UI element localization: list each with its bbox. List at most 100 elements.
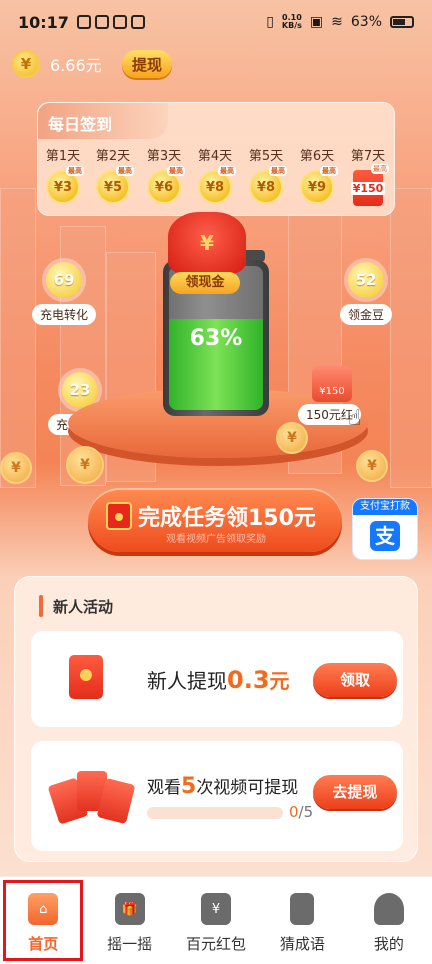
daily-checkin: 每日签到 第1天 ¥3 最高 第2天 ¥5 最高 第3天 ¥6 最高 第4天 ¥8 最高… bbox=[37, 102, 395, 216]
day-label: 第6天 bbox=[299, 149, 335, 164]
status-time: 10:17 bbox=[18, 12, 69, 32]
complete-task-button[interactable]: 完成任务领150元 观看视频广告领取奖励 bbox=[88, 488, 342, 552]
home-icon: ⌂ bbox=[28, 893, 59, 925]
bottom-nav: ⌂ 首页 🎁 摇一摇 ¥ 百元红包 猜成语 我的 bbox=[0, 876, 432, 964]
nav-item-shake[interactable]: 🎁 摇一摇 bbox=[86, 877, 172, 964]
coin-icon: ¥8 最高 bbox=[198, 166, 236, 204]
panel-title-text: 新人活动 bbox=[53, 597, 114, 616]
nav-label: 百元红包 bbox=[186, 935, 247, 953]
day-label: 第1天 bbox=[45, 149, 81, 164]
building-decoration bbox=[0, 188, 36, 488]
max-tag: 最高 bbox=[218, 166, 236, 176]
go-withdraw-button[interactable]: 去提现 bbox=[313, 775, 397, 809]
red-envelope-icon bbox=[106, 502, 132, 530]
day-label: 第2天 bbox=[95, 149, 131, 164]
card-prefix: 新人提现 bbox=[147, 669, 227, 693]
money-bag-icon[interactable]: ¥ bbox=[168, 212, 246, 274]
red-envelopes-icon bbox=[47, 767, 137, 825]
gold-beans-bubble[interactable]: 52 领金豆 bbox=[324, 262, 408, 325]
max-tag: 最高 bbox=[371, 164, 389, 174]
app-notification-icon bbox=[94, 15, 109, 29]
nav-label: 我的 bbox=[373, 935, 404, 953]
card-prefix: 观看 bbox=[147, 778, 181, 798]
alipay-payout-widget[interactable]: 支付宝打款 支 bbox=[352, 498, 418, 560]
checkin-day[interactable]: 第1天 ¥3 最高 bbox=[40, 145, 86, 204]
net-speed-unit: KB/s bbox=[281, 21, 302, 30]
nav-item-profile[interactable]: 我的 bbox=[346, 877, 432, 964]
coin-icon: ¥5 最高 bbox=[96, 166, 134, 204]
red-envelope-icon bbox=[69, 655, 103, 699]
max-tag: 最高 bbox=[167, 166, 185, 176]
nav-item-idioms[interactable]: 猜成语 bbox=[259, 877, 345, 964]
app-notification-icon bbox=[76, 15, 91, 29]
coin-icon: ¥8 最高 bbox=[249, 166, 287, 204]
day-value: ¥5 bbox=[103, 179, 123, 195]
red-envelope-icon[interactable]: ¥150 bbox=[312, 366, 352, 402]
newbie-withdraw-text: 新人提现0.3元 bbox=[147, 665, 290, 694]
battery-percent: 63% bbox=[350, 14, 382, 30]
video-progress-bar bbox=[147, 807, 283, 819]
progress-text: 0/5 bbox=[289, 803, 313, 821]
day-value: ¥150 bbox=[350, 181, 386, 195]
title-accent-bar bbox=[39, 595, 43, 617]
charge-convert-bubble[interactable]: 69 充电转化 bbox=[22, 262, 106, 325]
bubble-label: 充电转化 bbox=[31, 304, 96, 325]
balance: ¥ 6.66元 bbox=[12, 50, 102, 78]
checkin-day[interactable]: 第5天 ¥8 最高 bbox=[243, 145, 289, 204]
network-speed: 0.10 KB/s bbox=[282, 14, 302, 30]
alipay-icon: 支 bbox=[370, 521, 400, 551]
day-label: 第3天 bbox=[146, 149, 182, 164]
pointing-hand-icon: ☝ bbox=[348, 406, 362, 431]
gift-icon: 🎁 bbox=[114, 893, 145, 925]
day-value: ¥8 bbox=[256, 179, 276, 195]
red-envelope-icon: ¥150 最高 bbox=[350, 164, 389, 206]
max-tag: 最高 bbox=[116, 166, 134, 176]
watch-video-text: 观看5次视频可提现 bbox=[147, 773, 298, 799]
newbie-activity-panel: 新人活动 新人提现0.3元 领取 观看5次视频可提现 0/5 去提现 bbox=[14, 576, 418, 862]
yen-coin-icon: ¥ bbox=[12, 50, 40, 78]
card-unit: 元 bbox=[269, 669, 290, 693]
checkin-title: 每日签到 bbox=[38, 103, 168, 139]
checkin-day[interactable]: 第3天 ¥6 最高 bbox=[141, 145, 187, 204]
nav-label: 摇一摇 bbox=[107, 935, 153, 953]
card-suffix: 次视频可提现 bbox=[196, 778, 299, 798]
card-amount: 0.3 bbox=[227, 666, 270, 694]
day-label: 第7天 bbox=[350, 149, 386, 164]
coin-icon: ¥ bbox=[0, 452, 32, 484]
progress-total: /5 bbox=[298, 803, 314, 821]
nav-item-red-packet[interactable]: ¥ 百元红包 bbox=[173, 877, 259, 964]
day-value: ¥3 bbox=[53, 179, 73, 195]
checkin-day[interactable]: 第6天 ¥9 最高 bbox=[294, 145, 340, 204]
wifi-icon: ≋ bbox=[331, 14, 343, 30]
claim-cash-button[interactable]: 领现金 bbox=[170, 272, 240, 294]
bubble-label: 领金豆 bbox=[339, 304, 392, 325]
bubble-value: 69 bbox=[46, 262, 82, 298]
status-bar: 10:17 ▯ 0.10 KB/s ▣ ≋ 63% bbox=[0, 0, 432, 44]
progress-current: 0 bbox=[289, 803, 299, 821]
coin-icon: ¥ bbox=[356, 450, 388, 482]
tiktok-icon bbox=[130, 15, 145, 29]
max-tag: 最高 bbox=[66, 166, 84, 176]
coin-icon: ¥6 最高 bbox=[147, 166, 185, 204]
withdraw-button[interactable]: 提现 bbox=[122, 50, 172, 78]
newbie-withdraw-card: 新人提现0.3元 领取 bbox=[31, 631, 403, 727]
checkin-day[interactable]: 第4天 ¥8 最高 bbox=[192, 145, 238, 204]
watch-video-card: 观看5次视频可提现 0/5 去提现 bbox=[31, 741, 403, 851]
checkin-day[interactable]: 第2天 ¥5 最高 bbox=[90, 145, 136, 204]
balance-amount: 6.66元 bbox=[50, 56, 102, 75]
day-value: ¥6 bbox=[154, 179, 174, 195]
nav-label: 首页 bbox=[28, 935, 59, 953]
day-label: 第4天 bbox=[197, 149, 233, 164]
nav-item-home[interactable]: ⌂ 首页 bbox=[0, 877, 86, 964]
day-label: 第5天 bbox=[248, 149, 284, 164]
coin-icon: ¥3 最高 bbox=[46, 166, 84, 204]
checkin-day[interactable]: 第7天 ¥150 最高 bbox=[345, 145, 391, 206]
day-value: ¥9 bbox=[307, 179, 327, 195]
battery-level-label: 63% bbox=[189, 326, 243, 351]
video-count: 5 bbox=[181, 774, 197, 799]
claim-button[interactable]: 领取 bbox=[313, 663, 397, 697]
coin-icon: ¥9 最高 bbox=[300, 166, 338, 204]
vibrate-icon: ▯ bbox=[266, 14, 274, 30]
user-icon bbox=[373, 893, 404, 925]
building-decoration bbox=[390, 188, 432, 488]
